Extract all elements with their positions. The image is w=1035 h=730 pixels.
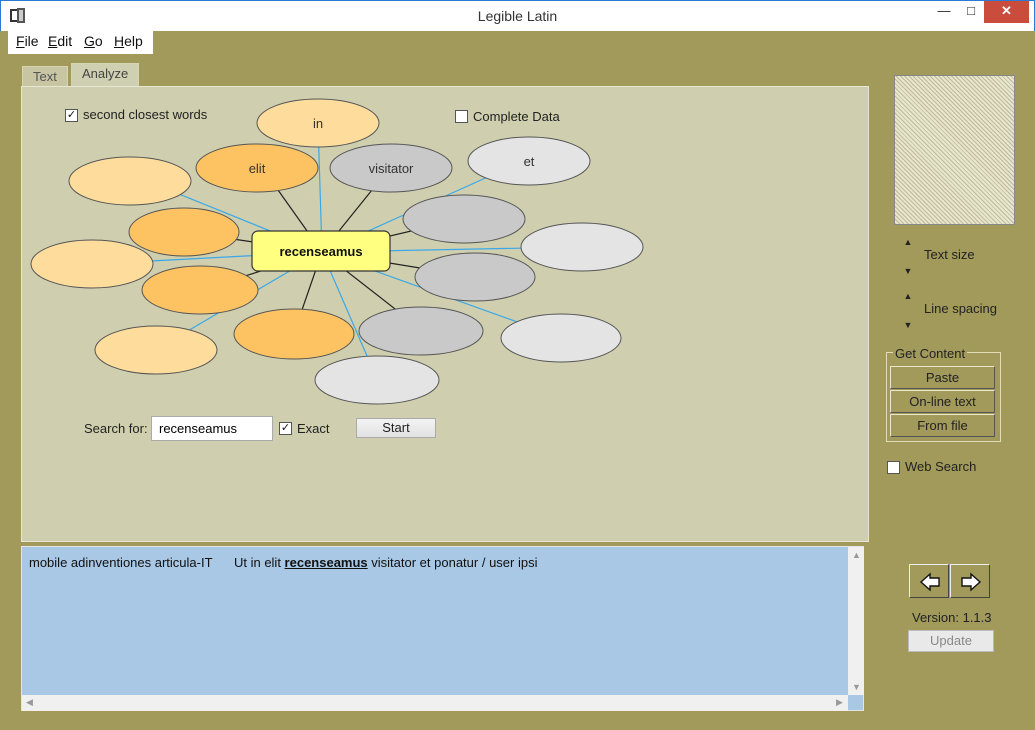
menu-help[interactable]: Help — [114, 33, 143, 49]
scroll-down-icon[interactable]: ▼ — [852, 682, 861, 692]
forward-button[interactable] — [950, 564, 990, 598]
paste-button[interactable]: Paste — [890, 366, 995, 389]
node-orange-light-2[interactable] — [30, 239, 154, 289]
node-orange-1[interactable] — [128, 207, 240, 257]
node-orange-light-1[interactable] — [68, 156, 192, 206]
menu-file[interactable]: File — [16, 33, 39, 49]
node-label-elit: elit — [249, 161, 266, 176]
node-gray-light-3[interactable] — [314, 355, 440, 405]
menu-edit[interactable]: Edit — [48, 33, 72, 49]
online-text-button[interactable]: On-line text — [890, 390, 995, 413]
complete-data-label: Complete Data — [473, 109, 560, 124]
vertical-scrollbar[interactable]: ▲ ▼ — [848, 547, 864, 695]
analyze-panel: in elit visitator et recenseamus ✓ secon… — [21, 86, 869, 542]
horizontal-scrollbar[interactable]: ◀ ▶ — [22, 695, 848, 711]
tab-text[interactable]: Text — [22, 66, 68, 87]
exact-checkbox[interactable]: ✓ — [279, 422, 292, 435]
node-label-visitator: visitator — [369, 161, 414, 176]
text-size-down-icon[interactable]: ▼ — [901, 266, 915, 276]
close-button[interactable]: ✕ — [984, 1, 1029, 23]
node-gray-light-1[interactable] — [520, 222, 644, 272]
text-line: mobile adinventiones articula-IT Ut in e… — [29, 555, 538, 570]
back-arrow-icon — [919, 572, 940, 592]
from-file-button[interactable]: From file — [890, 414, 995, 437]
line-spacing-up-icon[interactable]: ▲ — [901, 291, 915, 301]
line-spacing-label: Line spacing — [924, 301, 997, 316]
line-spacing-down-icon[interactable]: ▼ — [901, 320, 915, 330]
back-button[interactable] — [909, 564, 949, 598]
text-display-area[interactable]: mobile adinventiones articula-IT Ut in e… — [21, 546, 864, 711]
version-label: Version: 1.1.3 — [912, 610, 992, 625]
highlighted-word[interactable]: recenseamus — [285, 555, 368, 570]
scroll-right-icon[interactable]: ▶ — [836, 697, 843, 708]
center-word-label: recenseamus — [279, 244, 362, 259]
minimize-button[interactable]: — — [929, 1, 959, 23]
node-orange-3[interactable] — [233, 308, 355, 360]
node-label-et: et — [524, 154, 535, 169]
text-preview-box — [894, 75, 1015, 225]
exact-label: Exact — [297, 421, 330, 436]
scroll-left-icon[interactable]: ◀ — [26, 697, 33, 708]
complete-data-checkbox[interactable] — [455, 110, 468, 123]
node-gray-2[interactable] — [414, 252, 536, 302]
node-gray-light-2[interactable] — [500, 313, 622, 363]
second-closest-checkbox[interactable]: ✓ — [65, 109, 78, 122]
word-graph: in elit visitator et recenseamus — [30, 98, 644, 405]
maximize-button[interactable]: □ — [956, 1, 986, 23]
node-gray-3[interactable] — [358, 306, 484, 356]
node-orange-2[interactable] — [141, 265, 259, 315]
menu-bar: File Edit Go Help — [8, 30, 153, 54]
forward-arrow-icon — [961, 572, 982, 592]
node-gray-1[interactable] — [402, 194, 526, 244]
title-bar: Legible Latin — □ ✕ — [0, 0, 1035, 31]
search-label: Search for: — [84, 421, 148, 436]
tab-analyze[interactable]: Analyze — [71, 63, 140, 88]
update-button[interactable]: Update — [908, 630, 994, 652]
web-search-checkbox[interactable] — [887, 461, 900, 474]
scroll-up-icon[interactable]: ▲ — [852, 550, 861, 560]
node-orange-light-3[interactable] — [94, 325, 218, 375]
text-size-up-icon[interactable]: ▲ — [901, 237, 915, 247]
start-button[interactable]: Start — [356, 418, 436, 438]
search-input[interactable] — [151, 416, 273, 441]
node-label-in: in — [313, 116, 323, 131]
window-title: Legible Latin — [477, 8, 558, 24]
text-size-label: Text size — [924, 247, 975, 262]
menu-go[interactable]: Go — [84, 33, 103, 49]
get-content-title: Get Content — [893, 346, 968, 361]
web-search-label: Web Search — [905, 459, 977, 474]
second-closest-label: second closest words — [83, 107, 208, 122]
